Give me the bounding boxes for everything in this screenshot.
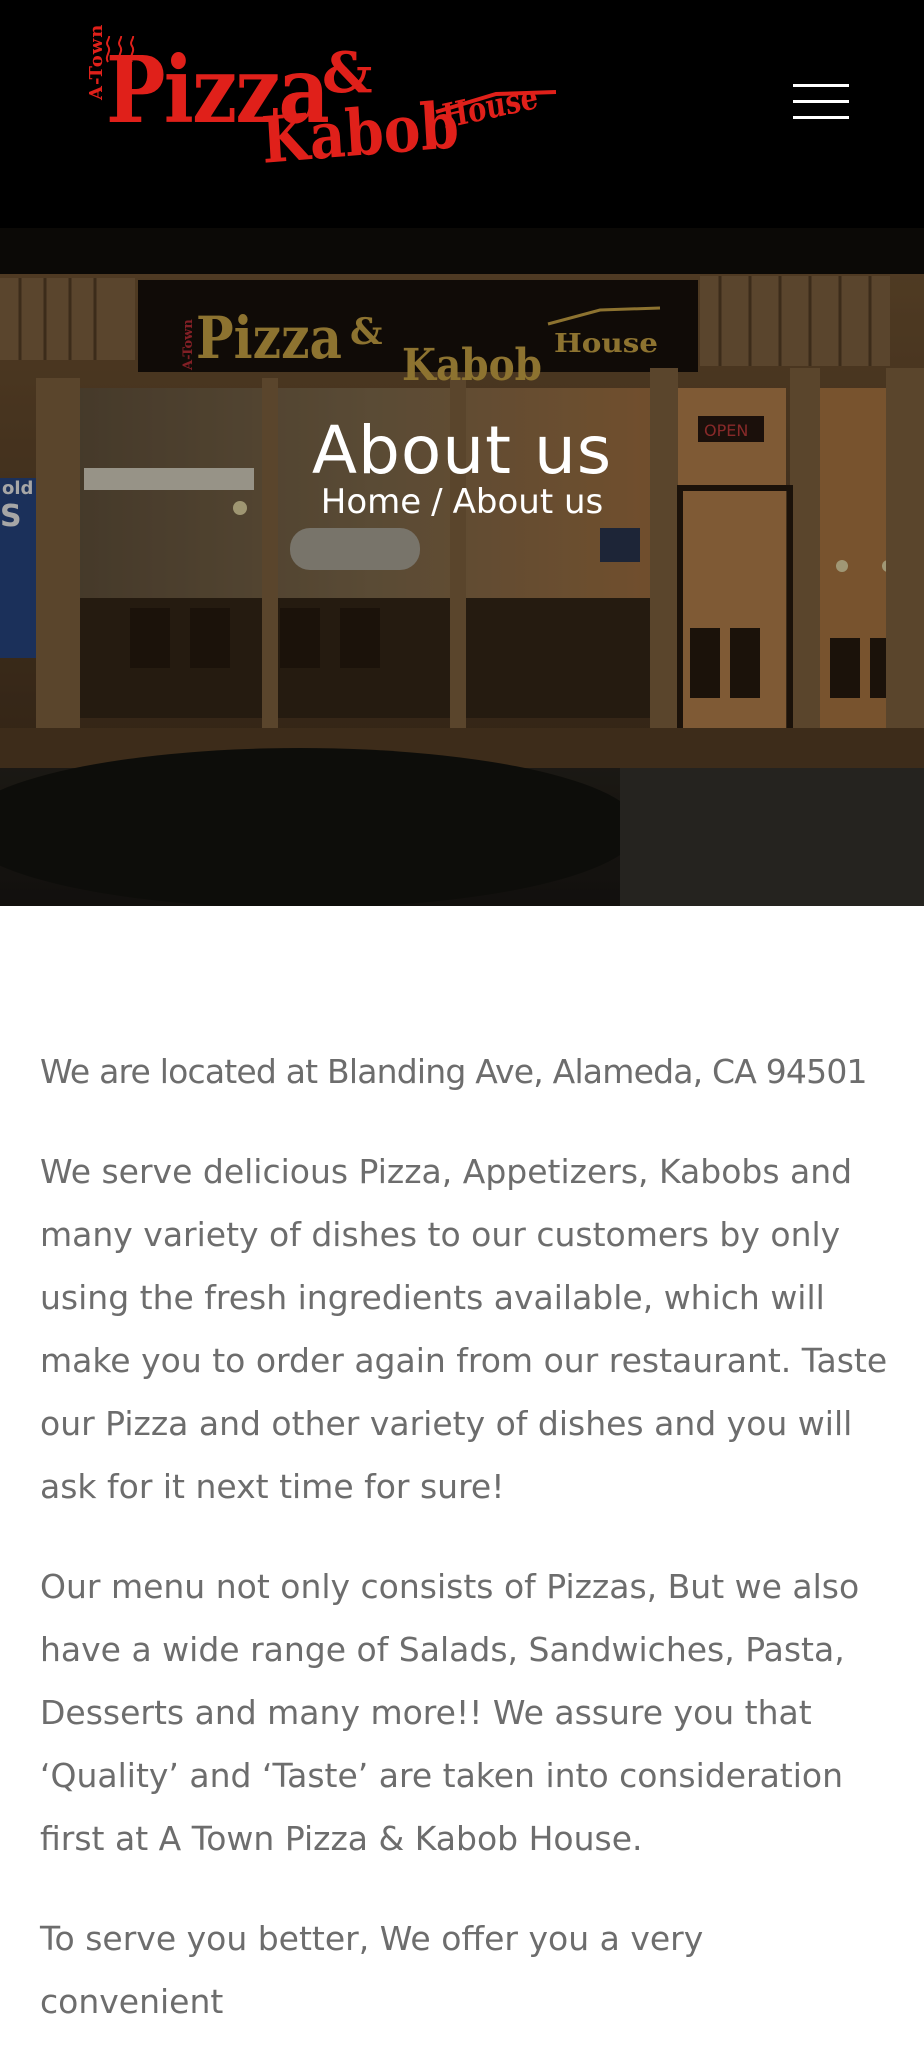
hamburger-menu-icon[interactable]: [790, 78, 852, 128]
breadcrumb-separator: /: [431, 482, 443, 522]
location-paragraph: We are located at Blanding Ave, Alameda,…: [40, 1052, 868, 1091]
logo-atown-text: A-Town: [86, 23, 107, 100]
menu-paragraph: Our menu not only consists of Pizzas, Bu…: [40, 1567, 860, 1858]
about-paragraph: We serve delicious Pizza, Appetizers, Ka…: [40, 1152, 888, 1506]
hero-banner: A-Town Pizza & Kabob House OPEN old S Ab…: [0, 228, 924, 906]
breadcrumb: Home / About us: [0, 482, 924, 522]
site-header: A-Town Pizza & Kabob House: [0, 0, 924, 228]
service-paragraph: To serve you better, We offer you a very…: [40, 1919, 704, 2021]
about-content: We are located at Blanding Ave, Alameda,…: [40, 1040, 890, 2070]
breadcrumb-current: About us: [452, 482, 604, 522]
page-title: About us: [311, 412, 613, 490]
site-logo[interactable]: A-Town Pizza & Kabob House: [82, 24, 562, 192]
logo-kabob-text: Kabob: [259, 88, 461, 179]
breadcrumb-home-link[interactable]: Home: [321, 482, 421, 522]
